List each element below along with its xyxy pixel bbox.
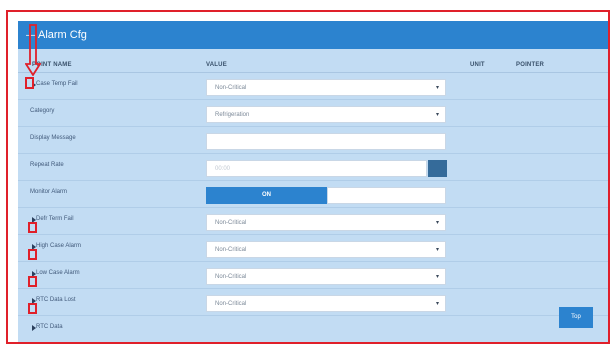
- dropdown-caret-icon: ▾: [435, 220, 439, 226]
- table-row: Case Temp Fail Non-Critical ▾: [18, 74, 608, 100]
- highlight-marker: [28, 249, 37, 260]
- dropdown-caret-icon: ▾: [435, 274, 439, 280]
- display-message-input[interactable]: [206, 133, 446, 150]
- repeat-rate-picker-button[interactable]: [428, 160, 447, 177]
- column-header-pointer: POINTER: [516, 62, 545, 68]
- row-label: RTC Data: [36, 324, 63, 330]
- row-label: Display Message: [30, 135, 76, 141]
- dropdown-caret-icon: ▾: [435, 301, 439, 307]
- table-row: RTC Data: [18, 317, 608, 342]
- repeat-rate-input[interactable]: 00:00: [206, 160, 427, 177]
- category-select[interactable]: Refrigeration ▾: [206, 106, 446, 123]
- table-row: Display Message: [18, 128, 608, 154]
- row-label: High Case Alarm: [36, 243, 82, 249]
- dropdown-caret-icon: ▾: [435, 85, 439, 91]
- table-row: RTC Data Lost Non-Critical ▾: [18, 290, 608, 316]
- row-label: Category: [30, 108, 55, 114]
- table-row: Monitor Alarm ON: [18, 182, 608, 208]
- row-label: Low Case Alarm: [36, 270, 80, 276]
- table-row: High Case Alarm Non-Critical ▾: [18, 236, 608, 262]
- table-row: Low Case Alarm Non-Critical ▾: [18, 263, 608, 289]
- alarm-config-panel: — Alarm Cfg POINT NAME VALUE UNIT POINTE…: [18, 21, 608, 342]
- case-temp-fail-select[interactable]: Non-Critical ▾: [206, 79, 446, 96]
- table-row: Defr Term Fail Non-Critical ▾: [18, 209, 608, 235]
- row-label: Case Temp Fail: [36, 81, 78, 87]
- highlight-marker: [28, 276, 37, 287]
- highlight-marker: [25, 77, 34, 89]
- column-header-value: VALUE: [206, 62, 227, 68]
- highlight-marker: [28, 303, 37, 314]
- row-label: Defr Term Fail: [36, 216, 74, 222]
- dropdown-caret-icon: ▾: [435, 247, 439, 253]
- table-row: Category Refrigeration ▾: [18, 101, 608, 127]
- down-arrow-icon: [25, 24, 41, 76]
- row-label: Repeat Rate: [30, 162, 64, 168]
- monitor-alarm-toggle[interactable]: ON: [206, 187, 446, 204]
- low-case-alarm-select[interactable]: Non-Critical ▾: [206, 268, 446, 285]
- column-header-unit: UNIT: [470, 62, 485, 68]
- high-case-alarm-select[interactable]: Non-Critical ▾: [206, 241, 446, 258]
- rtc-data-lost-select[interactable]: Non-Critical ▾: [206, 295, 446, 312]
- panel-title: Alarm Cfg: [38, 29, 87, 41]
- table-row: Repeat Rate 00:00: [18, 155, 608, 181]
- dropdown-caret-icon: ▾: [435, 112, 439, 118]
- row-label: RTC Data Lost: [36, 297, 76, 303]
- header-divider: [18, 72, 608, 73]
- toggle-on-segment[interactable]: ON: [206, 187, 327, 204]
- defr-term-fail-select[interactable]: Non-Critical ▾: [206, 214, 446, 231]
- panel-header[interactable]: — Alarm Cfg: [18, 21, 608, 49]
- highlight-marker: [28, 222, 37, 233]
- toggle-off-segment[interactable]: [327, 187, 446, 204]
- scroll-to-top-button[interactable]: Top: [559, 307, 593, 328]
- row-label: Monitor Alarm: [30, 189, 68, 195]
